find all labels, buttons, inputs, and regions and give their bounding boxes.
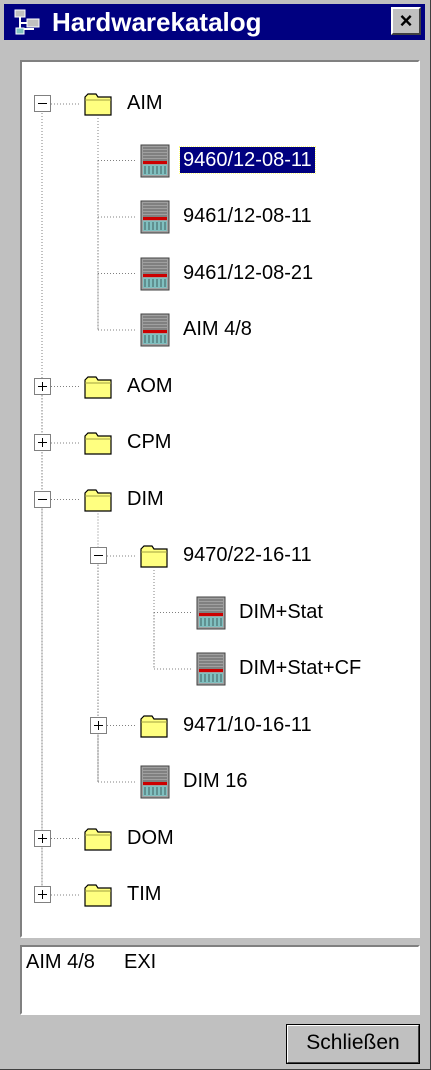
tree-node-label: 9461/12-08-11 (183, 205, 312, 227)
tree-folder-8[interactable]: 9470/22-16-11 (22, 538, 418, 574)
folder-icon (84, 488, 112, 512)
io-module-icon (140, 200, 170, 234)
hardware-tree-view[interactable]: AIM 9460/12-08-11 9461/12-08-11 9461/12-08-… (20, 60, 420, 938)
expand-icon[interactable] (34, 434, 51, 451)
tree-node-label: DIM+Stat (239, 600, 323, 623)
tree-folder-14[interactable]: TIM (22, 877, 418, 913)
tree-node-label: 9461/12-08-21 (183, 261, 314, 284)
tree-module-1[interactable]: 9460/12-08-11 (22, 143, 418, 179)
io-module-icon (196, 596, 226, 629)
folder-icon (84, 827, 112, 851)
status-box: AIM 4/8 EXI (20, 945, 420, 1015)
tree-folder-7[interactable]: DIM (22, 482, 418, 518)
folder-icon (140, 545, 168, 568)
window-title: Hardwarekatalog (52, 7, 262, 37)
tree-folder-11[interactable]: 9471/10-16-11 (22, 708, 418, 744)
tree-folder-0[interactable]: AIM (22, 86, 418, 122)
folder-icon (140, 714, 168, 738)
folder-icon (84, 884, 112, 907)
hardware-catalog-window: Hardwarekatalog × AIM 9460/12-08-11 9461/1… (0, 0, 431, 1070)
tree-node-label: AIM (127, 92, 163, 114)
tree-folder-6[interactable]: CPM (22, 425, 418, 461)
tree-module-10[interactable]: DIM+Stat+CF (22, 651, 418, 687)
close-button[interactable]: Schließen (286, 1024, 420, 1064)
io-module-icon (140, 144, 170, 177)
folder-icon (84, 93, 112, 116)
io-module-icon (140, 765, 170, 799)
tree-module-2[interactable]: 9461/12-08-11 (22, 199, 418, 235)
tree-node-label: DIM+Stat+CF (239, 657, 362, 679)
expand-icon[interactable] (34, 377, 51, 395)
tree-node-label: TIM (127, 883, 162, 905)
status-module-name: AIM 4/8 (26, 951, 95, 973)
expand-icon[interactable] (34, 829, 51, 847)
tree-module-9[interactable]: DIM+Stat (22, 595, 418, 631)
tree-module-4[interactable]: AIM 4/8 (22, 312, 418, 348)
tree-node-label: DIM (127, 487, 164, 510)
tree-node-label: DIM 16 (183, 770, 248, 792)
collapse-icon[interactable] (34, 95, 51, 112)
tree-folder-5[interactable]: AOM (22, 369, 418, 405)
status-module-type: EXI (124, 951, 157, 973)
io-module-icon (196, 652, 226, 686)
tree-node-label: AIM 4/8 (183, 318, 252, 340)
folder-icon (84, 375, 112, 399)
folder-icon (84, 432, 112, 455)
tree-node-label: 9460/12-08-11 (179, 145, 316, 174)
tree-node-label: CPM (127, 431, 172, 453)
collapse-icon[interactable] (34, 490, 51, 508)
io-module-icon (140, 313, 170, 347)
io-module-icon (140, 257, 170, 290)
tree-node-label: 9470/22-16-11 (183, 544, 312, 566)
tree-folder-13[interactable]: DOM (22, 821, 418, 857)
network-catalog-icon (13, 8, 41, 36)
tree-module-12[interactable]: DIM 16 (22, 764, 418, 800)
collapse-icon[interactable] (90, 547, 107, 564)
tree-node-label: AOM (127, 374, 173, 397)
expand-icon[interactable] (34, 886, 51, 903)
tree-node-label: DOM (127, 826, 174, 849)
title-bar[interactable]: Hardwarekatalog × (4, 4, 425, 40)
tree-module-3[interactable]: 9461/12-08-21 (22, 256, 418, 292)
expand-icon[interactable] (90, 716, 107, 734)
close-window-button[interactable]: × (391, 7, 421, 35)
tree-node-label: 9471/10-16-11 (183, 713, 312, 736)
